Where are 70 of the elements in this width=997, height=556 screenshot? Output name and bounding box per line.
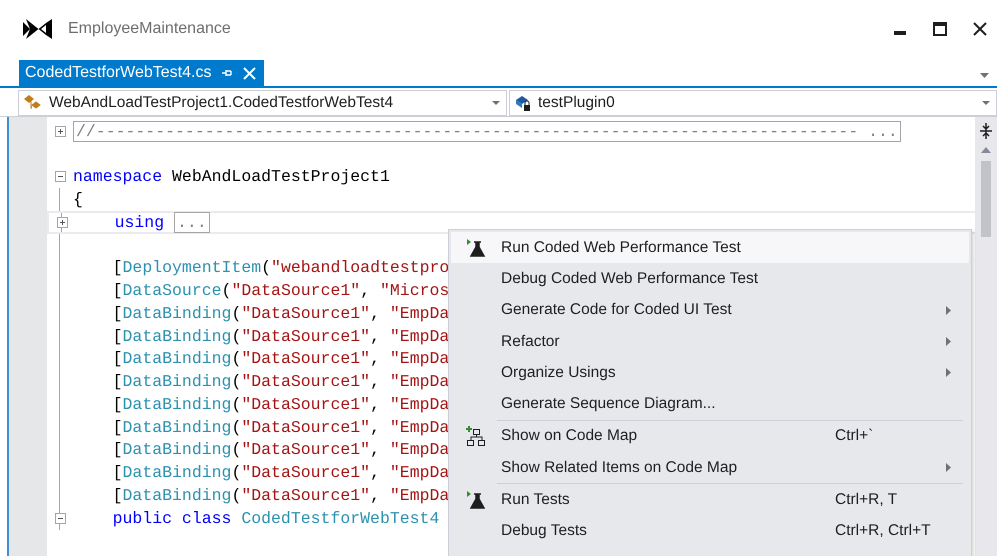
collapse-icon[interactable] [54, 171, 66, 182]
menu-item-label: Generate Code for Coded UI Test [501, 301, 733, 320]
menu-item-label: Debug Tests [501, 522, 588, 540]
collapsed-region-box[interactable]: ... [174, 212, 210, 233]
submenu-arrow-icon [946, 337, 951, 346]
menu-item[interactable]: Show Related Items on Code Map [451, 452, 969, 484]
menu-item[interactable]: Generate Sequence Diagram... [451, 388, 969, 420]
code-line: [DataBinding("DataSource1", "EmpDa [112, 486, 450, 505]
file-tab[interactable]: CodedTestforWebTest4.cs [19, 60, 264, 86]
scroll-up-icon[interactable] [981, 147, 991, 153]
code-map-icon [466, 426, 486, 446]
code-line: [DataBinding("DataSource1", "EmpDa [112, 349, 450, 368]
menu-item[interactable]: Run Coded Web Performance Test [451, 232, 969, 264]
menu-item-label: Run Tests [501, 491, 571, 510]
collapsed-region-box[interactable]: //----------------------------------------------------------------------------- ... [73, 120, 901, 142]
dropdown-arrow-icon [492, 101, 500, 105]
close-icon[interactable] [973, 22, 987, 36]
menu-item[interactable]: Generate Code for Coded UI Test [451, 294, 969, 326]
menu-item-label: Organize Usings [501, 364, 617, 382]
collapse-icon[interactable] [54, 512, 66, 524]
shortcut-text: Ctrl+R, T [835, 491, 898, 510]
field-lock-icon [514, 94, 532, 112]
menu-item[interactable]: Show on Code Map Ctrl+` [451, 420, 969, 452]
code-line: [DeploymentItem("webandloadtestpro [112, 258, 450, 278]
code-line: [DataBinding("DataSource1", "EmpDa [112, 304, 450, 323]
split-icon[interactable] [980, 123, 992, 139]
code-keyword: using [114, 212, 166, 232]
dropdown-arrow-icon [982, 101, 990, 105]
code-line: [DataBinding("DataSource1", "EmpDa [112, 463, 450, 482]
submenu-arrow-icon [946, 463, 951, 472]
code-line: [DataBinding("DataSource1", "EmpDa [112, 326, 450, 346]
menu-item-label: Generate Sequence Diagram... [501, 395, 717, 414]
dropdown-arrow-icon[interactable] [980, 73, 989, 78]
code-line: [DataBinding("DataSource1", "EmpDa [112, 440, 450, 460]
menu-item[interactable]: Organize Usings [451, 357, 969, 388]
menu-item-label: Show Related Items on Code Map [501, 458, 738, 477]
menu-item-label: Debug Coded Web Performance Test [501, 270, 760, 288]
menu-item[interactable]: Debug Tests Ctrl+R, Ctrl+T [451, 516, 969, 547]
member-dropdown[interactable]: testPlugin0 [509, 90, 997, 116]
expand-icon[interactable] [56, 216, 68, 228]
window-title: EmployeeMaintenance [68, 20, 232, 38]
menu-item-label: Run Coded Web Performance Test [501, 238, 742, 257]
shortcut-text: Ctrl+` [835, 427, 874, 446]
code-line: { [73, 190, 83, 210]
shortcut-text: Ctrl+R, Ctrl+T [835, 522, 932, 540]
menu-item[interactable]: Refactor [451, 326, 969, 358]
menu-item[interactable]: Run Tests Ctrl+R, T [451, 484, 969, 516]
tab-label: CodedTestforWebTest4.cs [25, 64, 212, 82]
scrollbar-thumb[interactable] [981, 161, 991, 237]
code-line: namespace WebAndLoadTestProject1 [73, 167, 390, 186]
code-line: [DataBinding("DataSource1", "EmpDa [112, 372, 450, 392]
flask-icon [466, 238, 486, 257]
flask-icon [466, 491, 486, 510]
submenu-arrow-icon [946, 306, 951, 315]
menu-item-label: Show on Code Map [501, 427, 638, 446]
code-line: [DataSource("DataSource1", "Micros [112, 281, 450, 300]
vertical-scrollbar[interactable] [975, 117, 997, 556]
pin-icon[interactable] [221, 67, 234, 79]
dropdown-value: WebAndLoadTestProject1.CodedTestforWebTest4 [49, 94, 394, 112]
code-line: [DataBinding("DataSource1", "EmpDa [112, 418, 450, 437]
dropdown-value: testPlugin0 [538, 94, 616, 112]
code-line: public class CodedTestforWebTest4 [112, 508, 440, 528]
expand-icon[interactable] [54, 126, 66, 137]
type-dropdown[interactable]: WebAndLoadTestProject1.CodedTestforWebTest4 [18, 90, 507, 116]
app-logo-icon [22, 17, 54, 41]
maximize-icon[interactable] [933, 22, 947, 36]
code-line: [DataBinding("DataSource1", "EmpDa [112, 394, 450, 414]
menu-item[interactable]: Debug Coded Web Performance Test [451, 263, 969, 295]
submenu-arrow-icon [946, 368, 951, 378]
menu-item-label: Refactor [501, 332, 561, 351]
